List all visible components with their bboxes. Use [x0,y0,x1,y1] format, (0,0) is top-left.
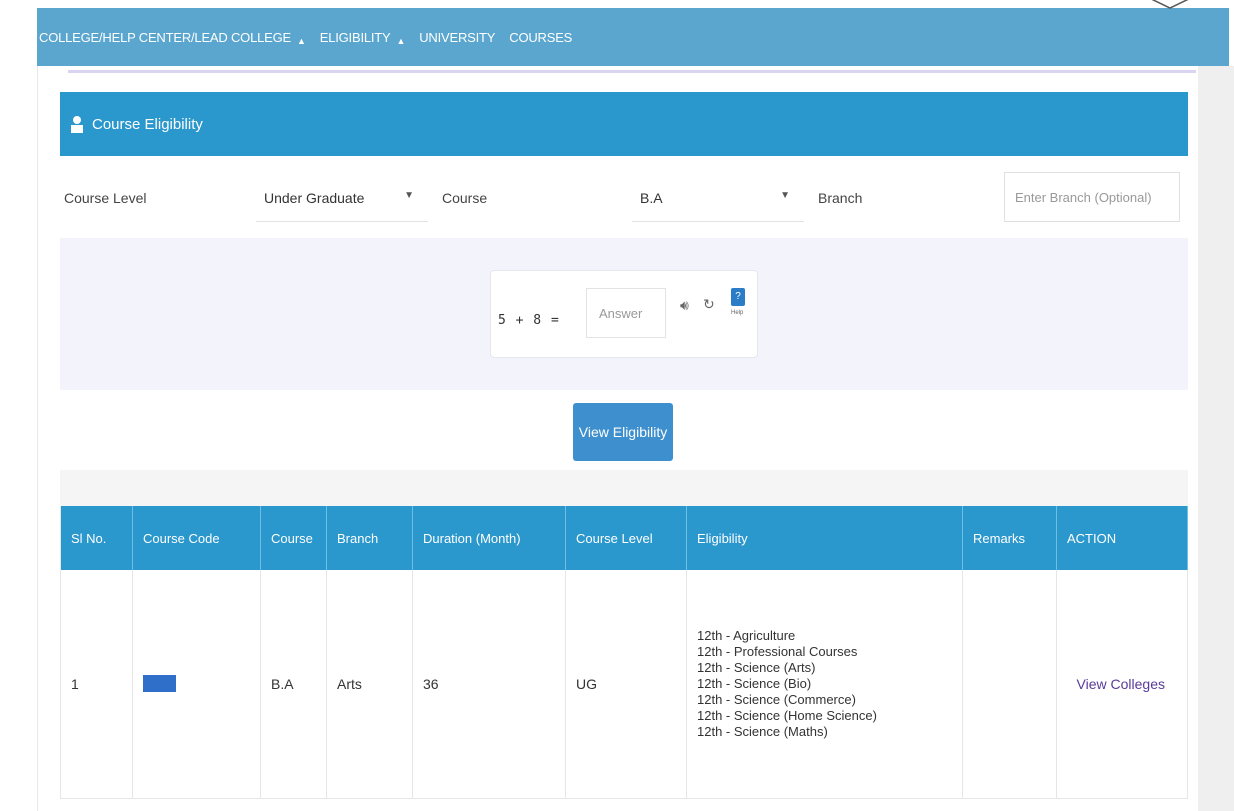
col-header-eligibility: Eligibility [686,506,963,570]
dropdown-arrow-icon: ▼ [780,190,790,201]
content-top-divider [68,70,1196,73]
captcha-answer-input[interactable]: Answer [586,288,666,338]
table-header-row: Sl No. Course Code Course Branch Duratio… [60,506,1188,570]
refresh-icon[interactable]: ↻ [703,296,715,313]
col-header-course: Course [260,506,327,570]
caret-up-icon: ▲ [297,36,306,46]
corner-decoration-icon [1151,0,1189,9]
cell-remarks [962,570,1057,799]
course-label: Course [442,190,488,206]
col-header-branch: Branch [326,506,413,570]
col-header-course-level: Course Level [565,506,687,570]
caret-up-icon: ▲ [396,36,406,46]
course-code-highlight[interactable]: 0000 [143,675,176,693]
course-level-select[interactable]: Under Graduate ▼ [256,174,428,222]
col-header-duration: Duration (Month) [412,506,566,570]
nav-item-label: COLLEGE/HELP CENTER/LEAD COLLEGE [39,29,292,45]
nav-item-label: UNIVERSITY [419,29,496,45]
cell-sl-no: 1 [60,570,133,799]
nav-item-university[interactable]: UNIVERSITY [419,30,495,45]
branch-input[interactable]: Enter Branch (Optional) [1004,172,1180,222]
top-navigation: COLLEGE/HELP CENTER/LEAD COLLEGE ▲ ELIGI… [37,8,1229,66]
dropdown-arrow-icon: ▼ [404,190,414,201]
cell-course-level: UG [565,570,687,799]
nav-item-label: COURSES [509,29,573,45]
branch-label: Branch [818,190,863,206]
filter-row: Course Level Under Graduate ▼ Course B.A… [60,160,1188,238]
eligibility-item: 12th - Science (Bio) [697,675,812,691]
panel-header: Course Eligibility [60,92,1188,156]
course-select[interactable]: B.A ▼ [632,174,804,222]
captcha-question: 5 + 8 = [498,313,560,328]
nav-item-label: ELIGIBILITY [319,29,391,45]
eligibility-table: Sl No. Course Code Course Branch Duratio… [60,506,1188,799]
course-level-label: Course Level [64,190,147,206]
cell-course-code[interactable]: 0000 [132,570,261,799]
col-header-action: ACTION [1056,506,1188,570]
audio-icon[interactable]: 🔊︎ [680,297,689,314]
col-header-remarks: Remarks [962,506,1057,570]
left-gutter-line [37,66,38,811]
captcha-answer-placeholder: Answer [599,305,643,321]
view-colleges-link[interactable]: View Colleges [1077,676,1165,692]
eligibility-item: 12th - Professional Courses [697,643,858,659]
cell-action: View Colleges [1056,570,1188,799]
nav-item-eligibility[interactable]: ELIGIBILITY ▲ [319,29,406,47]
panel-title: Course Eligibility [92,115,203,133]
nav-item-courses[interactable]: COURSES [509,30,572,45]
separator-band [60,470,1188,506]
eligibility-list: 12th - Agriculture 12th - Professional C… [697,628,952,740]
col-header-sl-no: Sl No. [60,506,133,570]
help-label: Help [731,310,744,316]
cell-course: B.A [260,570,327,799]
nav-item-college[interactable]: COLLEGE/HELP CENTER/LEAD COLLEGE ▲ [39,29,306,47]
course-value: B.A [640,189,663,206]
branch-placeholder: Enter Branch (Optional) [1015,189,1152,205]
eligibility-item: 12th - Science (Home Science) [697,707,877,723]
table-row: 1 0000 B.A Arts 36 UG 12th - Agriculture… [60,570,1188,799]
eligibility-item: 12th - Science (Arts) [697,659,816,675]
eligibility-item: 12th - Science (Maths) [697,723,828,739]
course-level-value: Under Graduate [264,189,365,206]
right-gutter [1198,66,1234,811]
view-eligibility-button[interactable]: View Eligibility [573,403,673,461]
col-header-course-code: Course Code [132,506,261,570]
cell-duration: 36 [412,570,566,799]
help-icon[interactable]: ? [731,288,745,306]
cell-branch: Arts [326,570,413,799]
cell-eligibility: 12th - Agriculture 12th - Professional C… [686,570,963,799]
eligibility-item: 12th - Agriculture [697,627,796,643]
user-icon [70,115,84,133]
eligibility-item: 12th - Science (Commerce) [697,691,856,707]
